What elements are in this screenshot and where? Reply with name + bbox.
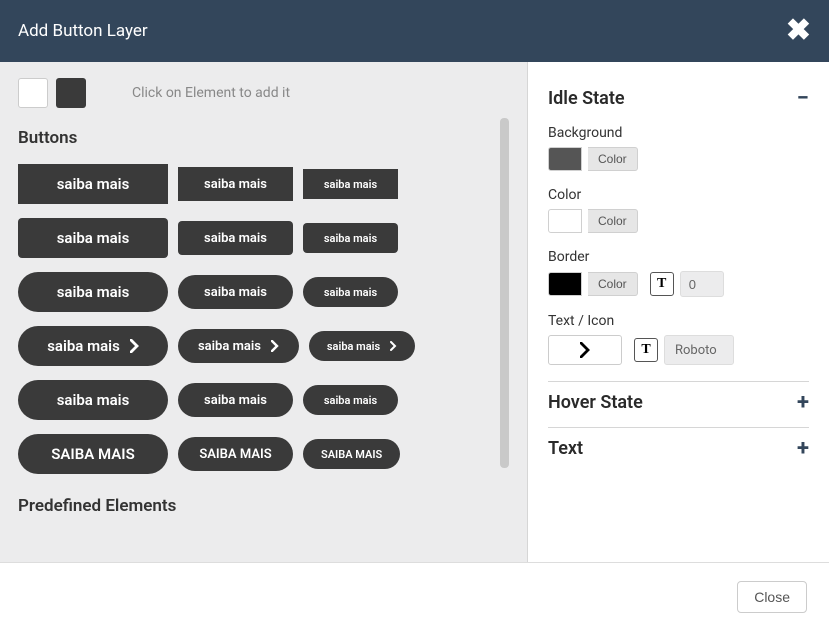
dialog-footer: Close xyxy=(0,562,829,630)
section-idle-state[interactable]: Idle State − xyxy=(548,78,809,119)
color-button[interactable]: Color xyxy=(588,272,638,296)
button-row-pill: saiba mais saiba mais saiba mais xyxy=(18,272,499,312)
properties-panel: Idle State − Background Color Color Colo… xyxy=(527,62,829,562)
button-row-rounded: saiba mais saiba mais saiba mais xyxy=(18,218,499,258)
button-row-sharp: saiba mais saiba mais saiba mais xyxy=(18,164,499,204)
close-icon[interactable]: ✖ xyxy=(786,16,811,46)
color-swatch[interactable] xyxy=(548,209,582,233)
control-text-icon: Text / Icon T Roboto xyxy=(548,313,809,365)
button-sample[interactable]: saiba mais xyxy=(309,331,415,361)
button-sample[interactable]: saiba mais xyxy=(303,385,398,415)
color-button[interactable]: Color xyxy=(588,209,638,233)
chevron-right-icon xyxy=(580,342,590,358)
plus-icon: + xyxy=(797,442,809,455)
button-sample[interactable]: saiba mais xyxy=(178,383,293,417)
chevron-right-icon xyxy=(271,340,279,352)
section-text[interactable]: Text + xyxy=(548,428,809,469)
button-sample[interactable]: saiba mais xyxy=(303,169,398,199)
button-sample[interactable]: saiba mais xyxy=(18,272,168,312)
control-background: Background Color xyxy=(548,125,809,171)
button-sample[interactable]: saiba mais xyxy=(178,167,293,201)
theme-swatch-light[interactable] xyxy=(18,78,48,108)
button-sample[interactable]: SAIBA MAIS xyxy=(303,439,400,469)
section-hover-state[interactable]: Hover State + xyxy=(548,382,809,423)
color-swatch[interactable] xyxy=(548,147,582,171)
button-sample[interactable]: saiba mais xyxy=(178,329,299,363)
control-label: Background xyxy=(548,125,809,141)
button-sample[interactable]: saiba mais xyxy=(18,218,168,258)
button-sample[interactable]: saiba mais xyxy=(178,275,293,309)
section-title: Text xyxy=(548,438,583,459)
element-library: Click on Element to add it Buttons saiba… xyxy=(0,62,527,562)
library-hint: Click on Element to add it xyxy=(132,85,290,101)
dialog-title: Add Button Layer xyxy=(18,21,148,41)
button-sample[interactable]: saiba mais xyxy=(178,221,293,255)
chevron-right-icon xyxy=(130,339,139,353)
section-title: Idle State xyxy=(548,88,625,109)
button-sample[interactable]: saiba mais xyxy=(18,164,168,204)
button-sample[interactable]: saiba mais xyxy=(18,380,168,420)
font-style-icon[interactable]: T xyxy=(634,338,658,362)
section-title: Hover State xyxy=(548,392,643,413)
button-row-pill-chevron: saiba mais saiba mais saiba mais xyxy=(18,326,499,366)
chevron-right-icon xyxy=(390,341,397,351)
plus-icon: + xyxy=(797,396,809,409)
icon-picker[interactable] xyxy=(548,335,622,365)
button-sample[interactable]: saiba mais xyxy=(303,277,398,307)
dialog-header: Add Button Layer ✖ xyxy=(0,0,829,62)
close-button[interactable]: Close xyxy=(737,581,807,613)
button-row-pill-upper: SAIBA MAIS SAIBA MAIS SAIBA MAIS xyxy=(18,434,499,474)
button-sample[interactable]: SAIBA MAIS xyxy=(18,434,168,474)
section-buttons-title: Buttons xyxy=(18,128,499,148)
button-sample[interactable]: saiba mais xyxy=(18,326,168,366)
color-theme-row: Click on Element to add it xyxy=(18,78,499,108)
font-family-field[interactable]: Roboto xyxy=(664,335,734,365)
color-button[interactable]: Color xyxy=(588,147,638,171)
control-label: Color xyxy=(548,187,809,203)
section-predefined-title: Predefined Elements xyxy=(18,496,499,516)
border-style-icon[interactable]: T xyxy=(650,272,674,296)
button-row-pill-alt: saiba mais saiba mais saiba mais xyxy=(18,380,499,420)
border-width-input[interactable] xyxy=(680,271,724,297)
scrollbar-thumb[interactable] xyxy=(500,118,509,468)
color-swatch[interactable] xyxy=(548,272,582,296)
control-color: Color Color xyxy=(548,187,809,233)
button-sample[interactable]: SAIBA MAIS xyxy=(178,437,293,471)
control-border: Border Color T xyxy=(548,249,809,297)
theme-swatch-dark[interactable] xyxy=(56,78,86,108)
minus-icon: − xyxy=(797,92,809,105)
button-sample[interactable]: saiba mais xyxy=(303,223,398,253)
control-label: Border xyxy=(548,249,809,265)
dialog-body: Click on Element to add it Buttons saiba… xyxy=(0,62,829,562)
control-label: Text / Icon xyxy=(548,313,809,329)
